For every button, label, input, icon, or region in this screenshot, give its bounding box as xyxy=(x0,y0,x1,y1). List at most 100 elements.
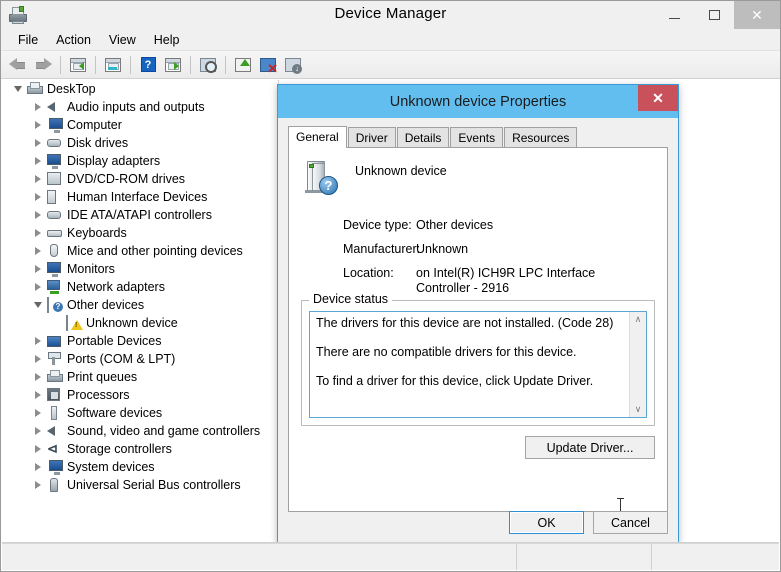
info-value: on Intel(R) ICH9R LPC Interface Controll… xyxy=(416,266,596,295)
dialog-titlebar[interactable]: Unknown device Properties ✕ xyxy=(278,85,678,118)
tree-item-label: Unknown device xyxy=(86,316,178,330)
tab-details[interactable]: Details xyxy=(396,127,450,147)
chevron-right-icon[interactable] xyxy=(30,157,46,165)
sidebar-item-computer[interactable]: Computer xyxy=(2,116,278,134)
window-titlebar[interactable]: Device Manager ✕ xyxy=(1,1,780,29)
tab-driver[interactable]: Driver xyxy=(347,127,396,147)
sidebar-item-usb-controllers[interactable]: Universal Serial Bus controllers xyxy=(2,476,278,494)
device-manager-window: Device Manager ✕ File Action View Help ? xyxy=(0,0,781,572)
menu-action[interactable]: Action xyxy=(47,31,100,49)
sidebar-item-storage-controllers[interactable]: ⊲ Storage controllers xyxy=(2,440,278,458)
sidebar-item-software-devices[interactable]: Software devices xyxy=(2,404,278,422)
printer-icon xyxy=(7,4,29,26)
update-driver-button[interactable]: Update Driver... xyxy=(525,436,655,459)
tab-general[interactable]: General xyxy=(288,126,347,148)
dialog-footer: OK Cancel xyxy=(509,511,668,534)
tree-item-label: Portable Devices xyxy=(67,334,162,348)
sidebar-item-processors[interactable]: Processors xyxy=(2,386,278,404)
device-status-text[interactable]: The drivers for this device are not inst… xyxy=(310,312,629,417)
sidebar-item-hid[interactable]: Human Interface Devices xyxy=(2,188,278,206)
chevron-right-icon[interactable] xyxy=(30,265,46,273)
chevron-right-icon[interactable] xyxy=(30,427,46,435)
chevron-right-icon[interactable] xyxy=(30,355,46,363)
sidebar-item-mice[interactable]: Mice and other pointing devices xyxy=(2,242,278,260)
sidebar-item-network-adapters[interactable]: Network adapters xyxy=(2,278,278,296)
uninstall-device-icon[interactable]: ↓ xyxy=(281,53,305,77)
forward-arrow-icon[interactable] xyxy=(31,53,55,77)
sidebar-item-ports[interactable]: Ports (COM & LPT) xyxy=(2,350,278,368)
sidebar-item-print-queues[interactable]: Print queues xyxy=(2,368,278,386)
sidebar-item-unknown-device[interactable]: Unknown device xyxy=(2,314,278,332)
chevron-right-icon[interactable] xyxy=(30,283,46,291)
chevron-right-icon[interactable] xyxy=(30,463,46,471)
chevron-right-icon[interactable] xyxy=(30,193,46,201)
window-controls: ✕ xyxy=(654,1,780,29)
ok-button[interactable]: OK xyxy=(509,511,584,534)
menu-help[interactable]: Help xyxy=(145,31,189,49)
device-tree[interactable]: DeskTop Audio inputs and outputs Compute… xyxy=(2,80,279,544)
properties-icon[interactable] xyxy=(66,53,90,77)
chevron-right-icon[interactable] xyxy=(30,391,46,399)
scroll-down-icon[interactable]: ∨ xyxy=(635,402,642,417)
help-icon[interactable]: ? xyxy=(136,53,160,77)
tree-item-label: Monitors xyxy=(67,262,115,276)
disk-icon xyxy=(46,135,63,151)
menu-view[interactable]: View xyxy=(100,31,145,49)
computer-icon xyxy=(46,117,63,133)
status-scrollbar[interactable]: ∧ ∨ xyxy=(629,312,646,417)
chevron-right-icon[interactable] xyxy=(30,139,46,147)
dialog-body: General Driver Details Events Resources … xyxy=(278,118,678,544)
maximize-button[interactable] xyxy=(694,1,734,29)
show-hidden-icon[interactable] xyxy=(101,53,125,77)
sidebar-item-other-devices[interactable]: ? Other devices xyxy=(2,296,278,314)
sidebar-item-monitors[interactable]: Monitors xyxy=(2,260,278,278)
scroll-up-icon[interactable]: ∧ xyxy=(635,312,642,327)
sidebar-item-dvd-cdrom[interactable]: DVD/CD-ROM drives xyxy=(2,170,278,188)
sidebar-item-audio[interactable]: Audio inputs and outputs xyxy=(2,98,278,116)
close-icon[interactable]: ✕ xyxy=(638,85,678,111)
chevron-down-icon[interactable] xyxy=(10,86,26,92)
chevron-right-icon[interactable] xyxy=(30,373,46,381)
device-status-field[interactable]: The drivers for this device are not inst… xyxy=(309,311,647,418)
chevron-down-icon[interactable] xyxy=(30,302,46,308)
tree-item-label: Universal Serial Bus controllers xyxy=(67,478,241,492)
sidebar-item-portable-devices[interactable]: Portable Devices xyxy=(2,332,278,350)
chevron-right-icon[interactable] xyxy=(30,247,46,255)
tab-events[interactable]: Events xyxy=(450,127,504,147)
chevron-right-icon[interactable] xyxy=(30,211,46,219)
scan-view-icon[interactable] xyxy=(161,53,185,77)
scan-hardware-changes-icon[interactable] xyxy=(196,53,220,77)
update-driver-icon[interactable] xyxy=(231,53,255,77)
chevron-right-icon[interactable] xyxy=(30,175,46,183)
tree-item-label: Storage controllers xyxy=(67,442,172,456)
sidebar-item-ide-controllers[interactable]: IDE ATA/ATAPI controllers xyxy=(2,206,278,224)
optical-drive-icon xyxy=(46,171,63,187)
chevron-right-icon[interactable] xyxy=(30,409,46,417)
chevron-right-icon[interactable] xyxy=(30,481,46,489)
statusbar xyxy=(2,543,779,570)
sidebar-item-display-adapters[interactable]: Display adapters xyxy=(2,152,278,170)
back-arrow-icon[interactable] xyxy=(6,53,30,77)
toolbar-separator xyxy=(130,55,131,74)
sidebar-item-keyboards[interactable]: Keyboards xyxy=(2,224,278,242)
chevron-right-icon[interactable] xyxy=(30,103,46,111)
cancel-button[interactable]: Cancel xyxy=(593,511,668,534)
statusbar-pane-1 xyxy=(2,544,517,570)
tree-item-desktop[interactable]: DeskTop xyxy=(2,80,278,98)
menu-file[interactable]: File xyxy=(9,31,47,49)
ide-controller-icon xyxy=(46,207,63,223)
disable-device-icon[interactable]: ✕ xyxy=(256,53,280,77)
portable-device-icon xyxy=(46,333,63,349)
sidebar-item-system-devices[interactable]: System devices xyxy=(2,458,278,476)
close-icon[interactable]: ✕ xyxy=(734,1,780,29)
tab-resources[interactable]: Resources xyxy=(504,127,578,147)
chevron-right-icon[interactable] xyxy=(30,229,46,237)
tree-item-label: Ports (COM & LPT) xyxy=(67,352,176,366)
chevron-right-icon[interactable] xyxy=(30,337,46,345)
minimize-button[interactable] xyxy=(654,1,694,29)
printer-icon xyxy=(46,369,63,385)
sidebar-item-sound-video-game[interactable]: Sound, video and game controllers xyxy=(2,422,278,440)
chevron-right-icon[interactable] xyxy=(30,121,46,129)
sidebar-item-disk-drives[interactable]: Disk drives xyxy=(2,134,278,152)
chevron-right-icon[interactable] xyxy=(30,445,46,453)
